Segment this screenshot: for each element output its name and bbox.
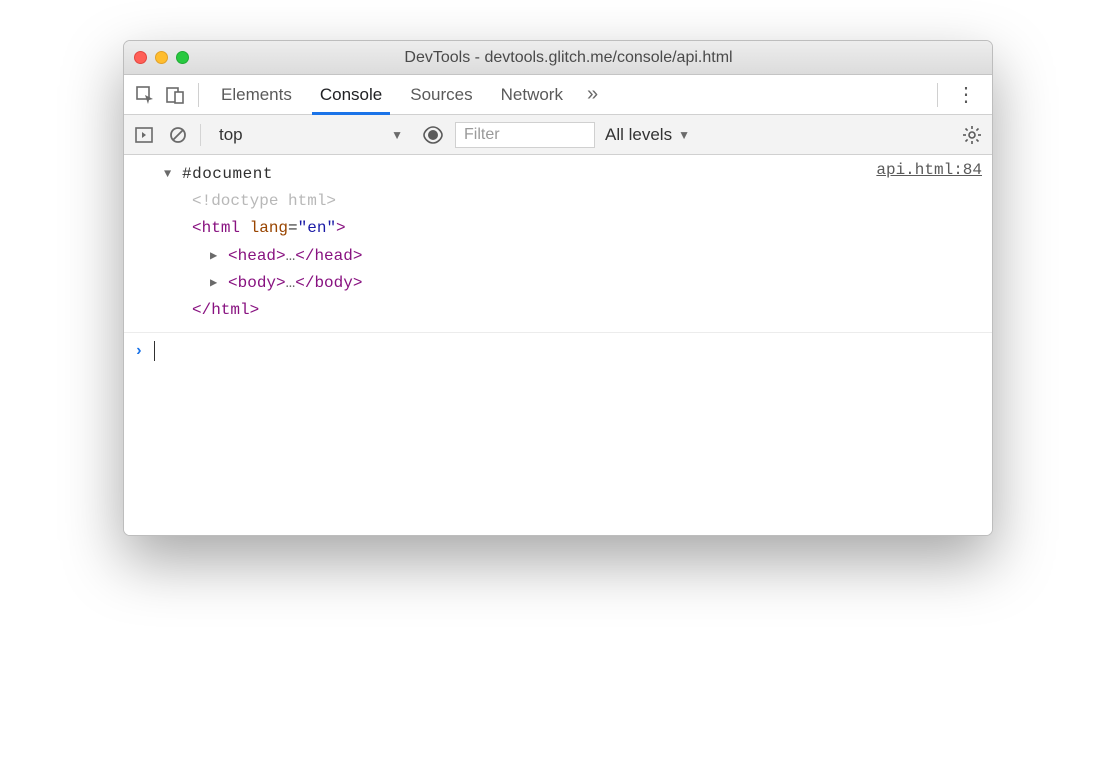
triangle-right-icon: ▶ bbox=[210, 273, 222, 293]
more-tabs-icon[interactable]: » bbox=[587, 83, 598, 106]
tab-network[interactable]: Network bbox=[487, 75, 577, 114]
context-selector[interactable]: top ▼ bbox=[211, 123, 411, 147]
triangle-right-icon: ▶ bbox=[210, 246, 222, 266]
tab-label: Network bbox=[501, 85, 563, 105]
tree-node-doctype[interactable]: <!doctype html> bbox=[134, 188, 856, 215]
source-link[interactable]: api.html:84 bbox=[856, 161, 982, 324]
divider bbox=[198, 83, 199, 107]
console-output: ▼ #document <!doctype html> <html lang="… bbox=[124, 155, 992, 535]
tree-node-body[interactable]: ▶ <body>…</body> bbox=[134, 270, 856, 297]
inspect-icon[interactable] bbox=[130, 80, 160, 110]
divider bbox=[937, 83, 938, 107]
log-levels-selector[interactable]: All levels ▼ bbox=[605, 125, 690, 145]
chevron-down-icon: ▼ bbox=[678, 128, 690, 142]
clear-console-icon[interactable] bbox=[166, 123, 190, 147]
dom-tree: ▼ #document <!doctype html> <html lang="… bbox=[134, 161, 856, 324]
node-label: <body>…</body> bbox=[228, 270, 362, 297]
tab-label: Sources bbox=[410, 85, 472, 105]
console-settings-icon[interactable] bbox=[960, 123, 984, 147]
node-label: <!doctype html> bbox=[192, 188, 336, 215]
titlebar: DevTools - devtools.glitch.me/console/ap… bbox=[124, 41, 992, 75]
console-message: ▼ #document <!doctype html> <html lang="… bbox=[124, 155, 992, 333]
tree-node-html-close[interactable]: </html> bbox=[134, 297, 856, 324]
tab-sources[interactable]: Sources bbox=[396, 75, 486, 114]
tab-label: Console bbox=[320, 85, 382, 105]
console-toolbar: top ▼ All levels ▼ bbox=[124, 115, 992, 155]
tree-node-document[interactable]: ▼ #document bbox=[134, 161, 856, 188]
node-label: <html lang="en"> bbox=[192, 215, 346, 242]
tab-elements[interactable]: Elements bbox=[207, 75, 306, 114]
traffic-lights bbox=[134, 51, 189, 64]
toggle-sidebar-icon[interactable] bbox=[132, 123, 156, 147]
panel-tabs: Elements Console Sources Network bbox=[207, 75, 577, 114]
filter-input[interactable] bbox=[455, 122, 595, 148]
zoom-window-button[interactable] bbox=[176, 51, 189, 64]
live-expression-icon[interactable] bbox=[421, 123, 445, 147]
node-label: <head>…</head> bbox=[228, 243, 362, 270]
levels-label: All levels bbox=[605, 125, 672, 145]
settings-menu-icon[interactable]: ⋮ bbox=[946, 82, 986, 107]
triangle-down-icon: ▼ bbox=[164, 164, 176, 184]
tree-node-head[interactable]: ▶ <head>…</head> bbox=[134, 243, 856, 270]
node-label: #document bbox=[182, 161, 273, 188]
context-label: top bbox=[219, 125, 243, 145]
tabbar: Elements Console Sources Network » ⋮ bbox=[124, 75, 992, 115]
devtools-window: DevTools - devtools.glitch.me/console/ap… bbox=[123, 40, 993, 536]
window-title: DevTools - devtools.glitch.me/console/ap… bbox=[205, 49, 932, 67]
close-window-button[interactable] bbox=[134, 51, 147, 64]
tab-console[interactable]: Console bbox=[306, 75, 396, 114]
console-prompt[interactable]: › bbox=[124, 333, 992, 369]
node-label: </html> bbox=[192, 297, 259, 324]
tab-label: Elements bbox=[221, 85, 292, 105]
chevron-right-icon: › bbox=[134, 342, 144, 360]
minimize-window-button[interactable] bbox=[155, 51, 168, 64]
chevron-down-icon: ▼ bbox=[391, 128, 403, 142]
tree-node-html-open[interactable]: <html lang="en"> bbox=[134, 215, 856, 242]
text-cursor bbox=[154, 341, 155, 361]
device-toggle-icon[interactable] bbox=[160, 80, 190, 110]
divider bbox=[200, 124, 201, 146]
